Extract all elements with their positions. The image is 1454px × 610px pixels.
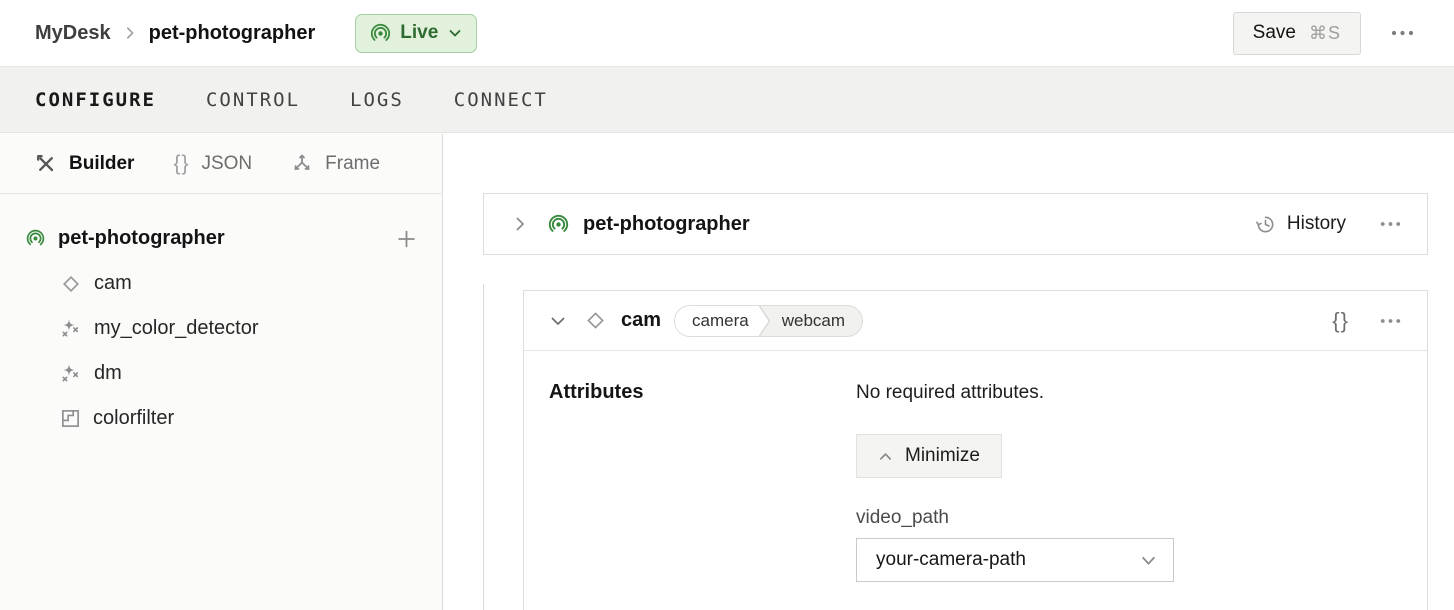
attributes-section-content: No required attributes. Minimize video_p… — [856, 381, 1174, 582]
chevron-down-icon — [1140, 552, 1157, 569]
component-diamond-icon — [584, 309, 607, 332]
save-shortcut-hint: ⌘S — [1309, 23, 1341, 44]
chevron-up-icon — [878, 449, 893, 464]
collapse-chevron-down-icon[interactable] — [546, 309, 570, 333]
breadcrumb-machine-name: pet-photographer — [149, 22, 316, 45]
tree-item-label: colorfilter — [93, 407, 174, 430]
minimize-button-label: Minimize — [905, 445, 980, 467]
view-mode-toggle: Builder {} JSON Frame — [0, 134, 442, 194]
component-diamond-icon — [60, 273, 82, 295]
machine-card-menu-button[interactable] — [1376, 215, 1405, 233]
machine-part-tree: pet-photographer cam — [0, 194, 442, 441]
tab-control[interactable]: CONTROL — [206, 89, 300, 111]
history-clock-icon — [1255, 214, 1276, 235]
machine-status-badge[interactable]: Live — [355, 14, 477, 53]
save-button[interactable]: Save ⌘S — [1233, 12, 1361, 55]
broadcast-live-icon — [370, 23, 391, 44]
header-overflow-menu-button[interactable] — [1387, 24, 1418, 42]
config-sidebar: Builder {} JSON Frame — [0, 134, 443, 610]
tree-machine-name: pet-photographer — [58, 227, 225, 250]
save-button-label: Save — [1253, 22, 1296, 44]
config-main-panel: pet-photographer History — [444, 134, 1454, 610]
service-sparkles-icon — [60, 318, 82, 340]
broadcast-live-icon — [26, 229, 45, 248]
ellipsis-icon — [1380, 221, 1401, 227]
view-frame[interactable]: Frame — [291, 153, 380, 175]
header-actions: Save ⌘S — [1233, 12, 1418, 55]
tree-item-cam[interactable]: cam — [0, 261, 442, 306]
breadcrumb: MyDesk pet-photographer — [35, 22, 315, 45]
machine-card-title: pet-photographer — [583, 213, 750, 236]
braces-icon: {} — [173, 152, 189, 176]
tools-icon — [35, 153, 57, 175]
view-frame-label: Frame — [325, 153, 380, 175]
attributes-section-label: Attributes — [549, 381, 643, 404]
tree-item-my-color-detector[interactable]: my_color_detector — [0, 306, 442, 351]
expand-chevron-right-icon[interactable] — [508, 212, 532, 236]
view-builder[interactable]: Builder — [35, 153, 134, 175]
badge-model-label: webcam — [772, 306, 862, 336]
broadcast-live-icon — [548, 214, 569, 235]
module-icon — [60, 408, 81, 429]
tree-connector-line — [483, 284, 484, 610]
history-label: History — [1287, 213, 1346, 235]
tree-item-colorfilter[interactable]: colorfilter — [0, 396, 442, 441]
view-json[interactable]: {} JSON — [173, 152, 252, 176]
main-nav-tabs: CONFIGURE CONTROL LOGS CONNECT — [0, 67, 1454, 133]
history-button[interactable]: History — [1255, 213, 1346, 235]
service-sparkles-icon — [60, 363, 82, 385]
ellipsis-icon — [1380, 318, 1401, 324]
add-component-button[interactable] — [397, 229, 416, 248]
tree-item-label: cam — [94, 272, 132, 295]
badge-api-label: camera — [675, 306, 757, 336]
frame-axes-icon — [291, 153, 313, 175]
video-path-field-label: video_path — [856, 506, 1174, 530]
tab-connect[interactable]: CONNECT — [454, 89, 548, 111]
component-name: cam — [621, 309, 661, 332]
breadcrumb-organization[interactable]: MyDesk — [35, 22, 111, 45]
braces-icon[interactable]: {} — [1332, 308, 1349, 334]
tree-item-dm[interactable]: dm — [0, 351, 442, 396]
minimize-button[interactable]: Minimize — [856, 434, 1002, 478]
component-card-menu-button[interactable] — [1376, 312, 1405, 330]
video-path-select[interactable]: your-camera-path — [856, 538, 1174, 582]
component-card-header: cam camera webcam {} — [524, 291, 1427, 351]
machine-card: pet-photographer History — [483, 193, 1428, 255]
tab-configure[interactable]: CONFIGURE — [35, 89, 156, 111]
badge-divider-chevron — [757, 306, 772, 336]
chevron-down-icon — [447, 25, 463, 41]
view-builder-label: Builder — [69, 153, 134, 175]
video-path-selected-value: your-camera-path — [876, 549, 1026, 571]
status-badge-label: Live — [400, 22, 438, 44]
top-header: MyDesk pet-photographer Live Save — [0, 0, 1454, 67]
component-type-badge: camera webcam — [674, 305, 863, 337]
chevron-right-icon — [123, 26, 137, 40]
tree-machine-row[interactable]: pet-photographer — [0, 216, 442, 261]
tree-item-label: my_color_detector — [94, 317, 259, 340]
no-required-attributes-text: No required attributes. — [856, 381, 1174, 405]
component-card-cam: cam camera webcam {} — [523, 290, 1428, 610]
view-json-label: JSON — [201, 153, 252, 175]
app-window: MyDesk pet-photographer Live Save — [0, 0, 1454, 610]
component-card-actions: {} — [1332, 308, 1405, 334]
ellipsis-icon — [1391, 30, 1414, 36]
tree-item-label: dm — [94, 362, 122, 385]
tab-logs[interactable]: LOGS — [350, 89, 404, 111]
